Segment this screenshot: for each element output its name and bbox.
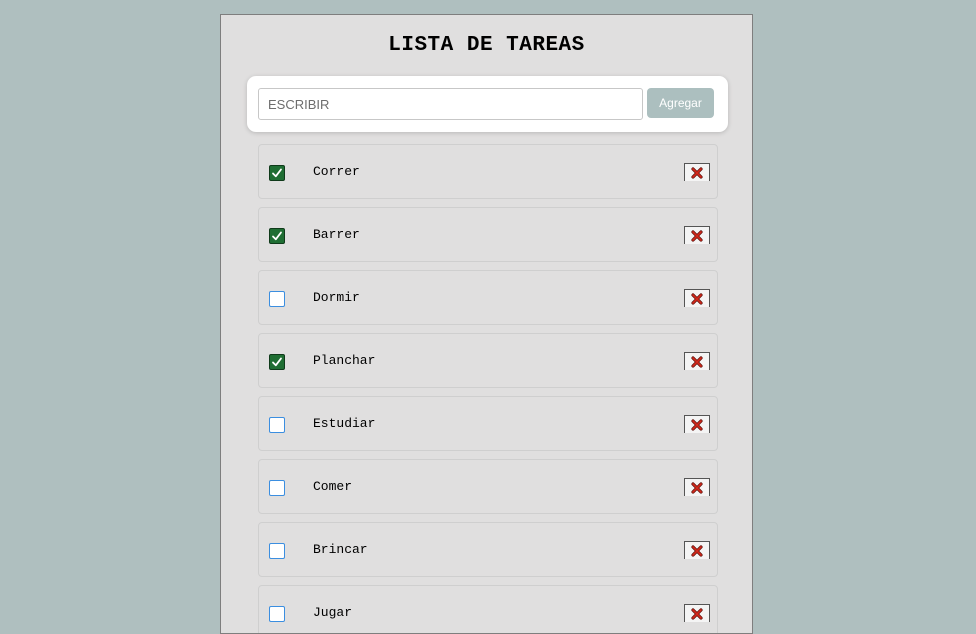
task-label: Dormir	[313, 290, 360, 305]
task-checkbox[interactable]	[269, 291, 285, 307]
task-item-0: Correr	[258, 144, 718, 199]
delete-task-button[interactable]	[684, 415, 710, 433]
task-list: Correr Barrer Dormir Planchar Estudiar C…	[258, 144, 718, 633]
task-checkbox[interactable]	[269, 354, 285, 370]
close-x-icon	[691, 418, 703, 431]
task-checkbox[interactable]	[269, 417, 285, 433]
task-item-4: Estudiar	[258, 396, 718, 451]
task-item-6: Brincar	[258, 522, 718, 577]
task-item-5: Comer	[258, 459, 718, 514]
todo-app: LISTA DE TAREAS Agregar Correr Barrer	[220, 14, 753, 634]
close-x-icon	[691, 607, 703, 620]
task-label: Jugar	[313, 605, 353, 620]
delete-task-button[interactable]	[684, 541, 710, 559]
close-x-icon	[691, 544, 703, 557]
close-x-icon	[691, 292, 703, 305]
task-label: Barrer	[313, 227, 360, 242]
close-x-icon	[691, 355, 703, 368]
delete-task-button[interactable]	[684, 352, 710, 370]
task-checkbox[interactable]	[269, 543, 285, 559]
page-title: LISTA DE TAREAS	[388, 34, 585, 57]
check-icon	[272, 231, 282, 241]
task-checkbox[interactable]	[269, 606, 285, 622]
task-input[interactable]	[258, 88, 643, 120]
close-x-icon	[691, 229, 703, 242]
close-x-icon	[691, 166, 703, 179]
task-label: Brincar	[313, 542, 368, 557]
check-icon	[272, 357, 282, 367]
task-checkbox[interactable]	[269, 165, 285, 181]
delete-task-button[interactable]	[684, 604, 710, 622]
task-item-3: Planchar	[258, 333, 718, 388]
check-icon	[272, 168, 282, 178]
add-task-form: Agregar	[247, 76, 728, 132]
task-checkbox[interactable]	[269, 480, 285, 496]
close-x-icon	[691, 481, 703, 494]
delete-task-button[interactable]	[684, 289, 710, 307]
add-button[interactable]: Agregar	[647, 88, 714, 118]
task-label: Planchar	[313, 353, 376, 368]
delete-task-button[interactable]	[684, 226, 710, 244]
delete-task-button[interactable]	[684, 163, 710, 181]
task-label: Comer	[313, 479, 353, 494]
task-item-2: Dormir	[258, 270, 718, 325]
task-label: Estudiar	[313, 416, 376, 431]
task-item-1: Barrer	[258, 207, 718, 262]
delete-task-button[interactable]	[684, 478, 710, 496]
task-label: Correr	[313, 164, 360, 179]
task-checkbox[interactable]	[269, 228, 285, 244]
